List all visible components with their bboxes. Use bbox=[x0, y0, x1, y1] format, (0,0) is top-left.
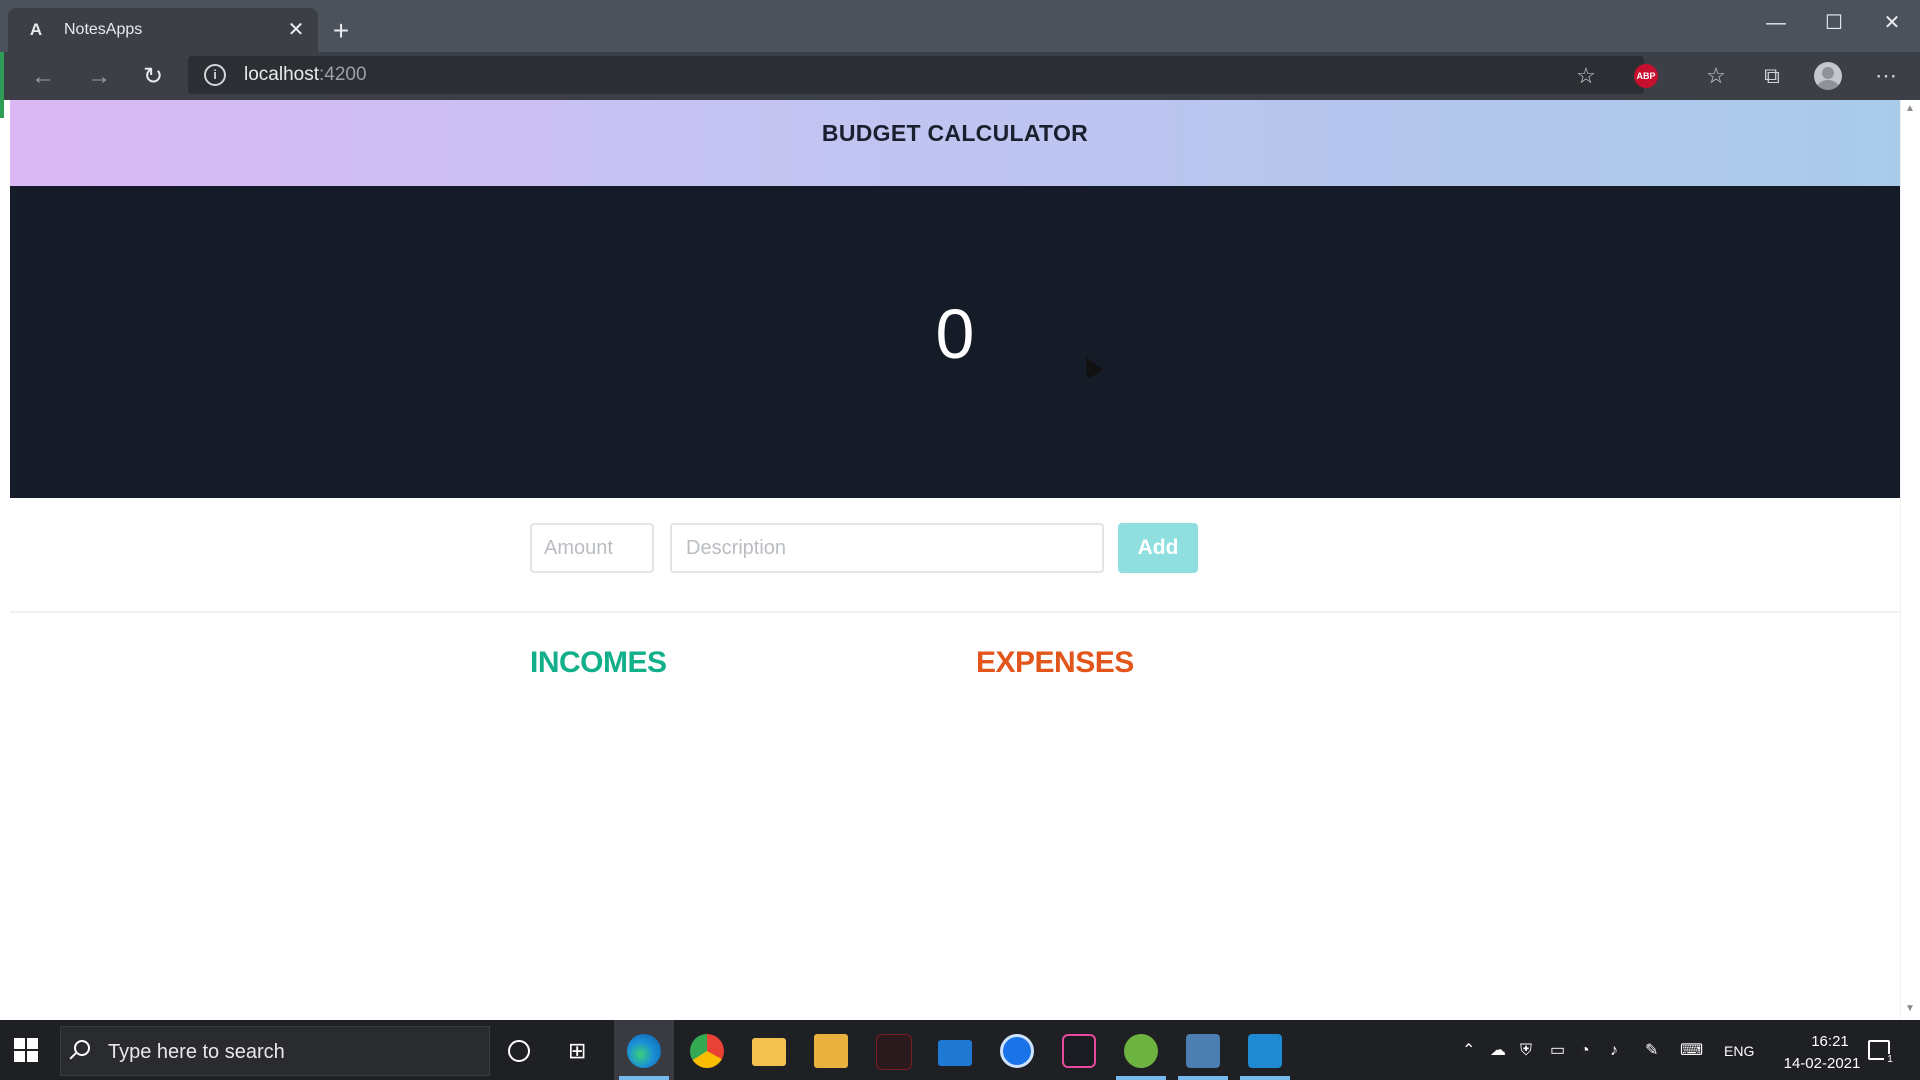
predator-icon[interactable] bbox=[876, 1034, 912, 1070]
forward-icon[interactable]: → bbox=[82, 60, 116, 94]
task-view-icon[interactable]: ⊞ bbox=[568, 1040, 592, 1062]
new-tab-button[interactable]: + bbox=[326, 17, 356, 47]
amount-input[interactable] bbox=[530, 523, 654, 573]
favorites-icon[interactable]: ☆ bbox=[1700, 60, 1732, 92]
profile-icon[interactable] bbox=[1814, 62, 1842, 90]
favorite-add-icon[interactable]: ☆ bbox=[1570, 60, 1602, 92]
url-host: localhost bbox=[244, 64, 319, 85]
divider bbox=[10, 611, 1900, 613]
back-icon[interactable]: ← bbox=[26, 60, 60, 94]
terminal-icon[interactable] bbox=[1062, 1034, 1096, 1068]
tray-overflow-icon[interactable]: ⌃ bbox=[1462, 1040, 1475, 1062]
adblock-icon[interactable]: ABP bbox=[1634, 64, 1658, 88]
tab-title: NotesApps bbox=[64, 21, 143, 38]
clock-time[interactable]: 16:21 bbox=[1790, 1032, 1870, 1052]
refresh-icon[interactable]: ↻ bbox=[136, 60, 170, 94]
mysql-workbench-icon[interactable] bbox=[1186, 1034, 1220, 1068]
onedrive-icon[interactable]: ☁ bbox=[1490, 1040, 1506, 1062]
close-window-button[interactable]: ✕ bbox=[1872, 8, 1912, 38]
more-icon[interactable]: ⋯ bbox=[1870, 60, 1902, 92]
address-bar[interactable] bbox=[188, 56, 1644, 94]
balance-value: 0 bbox=[935, 295, 975, 373]
spring-active-indicator bbox=[1116, 1076, 1166, 1080]
file-explorer-icon[interactable] bbox=[752, 1038, 786, 1066]
store-icon[interactable] bbox=[814, 1034, 848, 1068]
workbench-active-indicator bbox=[1178, 1076, 1228, 1080]
url-text[interactable]: localhost:4200 bbox=[244, 62, 367, 88]
settings-app-icon[interactable] bbox=[1000, 1034, 1034, 1068]
url-port: :4200 bbox=[319, 64, 367, 85]
edge-active-indicator bbox=[619, 1076, 669, 1080]
scroll-up-arrow-icon[interactable]: ▲ bbox=[1902, 102, 1918, 116]
cortana-icon[interactable] bbox=[508, 1040, 530, 1062]
search-icon bbox=[74, 1040, 90, 1056]
add-button[interactable]: Add bbox=[1118, 523, 1198, 573]
spring-icon[interactable] bbox=[1124, 1034, 1158, 1068]
info-icon[interactable]: i bbox=[204, 64, 226, 86]
volume-icon[interactable]: ♪ bbox=[1610, 1040, 1618, 1062]
angular-favicon-icon: A bbox=[29, 20, 43, 39]
language-indicator[interactable]: ENG bbox=[1724, 1040, 1754, 1062]
vscode-icon[interactable] bbox=[1248, 1034, 1282, 1068]
notification-count: 1 bbox=[1884, 1054, 1896, 1066]
tab-close-icon[interactable]: ✕ bbox=[285, 19, 307, 41]
page-scrollbar[interactable] bbox=[1900, 100, 1920, 1018]
security-icon[interactable]: ⛨ bbox=[1520, 1040, 1532, 1062]
expenses-heading: EXPENSES bbox=[976, 646, 1134, 679]
maximize-button[interactable]: ☐ bbox=[1814, 8, 1854, 38]
incomes-heading: INCOMES bbox=[530, 646, 667, 679]
clock-date[interactable]: 14-02-2021 bbox=[1770, 1054, 1874, 1074]
description-input[interactable] bbox=[670, 523, 1104, 573]
browser-tab[interactable] bbox=[8, 8, 318, 52]
keyboard-icon[interactable]: ⌨ bbox=[1680, 1040, 1703, 1062]
taskbar-search-placeholder: Type here to search bbox=[108, 1041, 285, 1063]
wifi-icon[interactable]: ◔ bbox=[1580, 1040, 1590, 1062]
scroll-down-arrow-icon[interactable]: ▼ bbox=[1902, 1002, 1918, 1016]
vscode-active-indicator bbox=[1240, 1076, 1290, 1080]
chrome-icon[interactable] bbox=[690, 1034, 724, 1068]
window-accent-strip bbox=[0, 52, 4, 118]
minimize-button[interactable]: — bbox=[1756, 8, 1796, 38]
pen-icon[interactable]: ✎ bbox=[1645, 1040, 1658, 1062]
mail-icon[interactable] bbox=[938, 1040, 972, 1066]
edge-icon[interactable] bbox=[627, 1034, 661, 1068]
windows-start-icon[interactable] bbox=[14, 1038, 38, 1062]
battery-icon[interactable]: ▭ bbox=[1550, 1040, 1565, 1062]
app-title: BUDGET CALCULATOR bbox=[821, 120, 1089, 146]
collections-icon[interactable]: ⧉ bbox=[1756, 60, 1788, 92]
